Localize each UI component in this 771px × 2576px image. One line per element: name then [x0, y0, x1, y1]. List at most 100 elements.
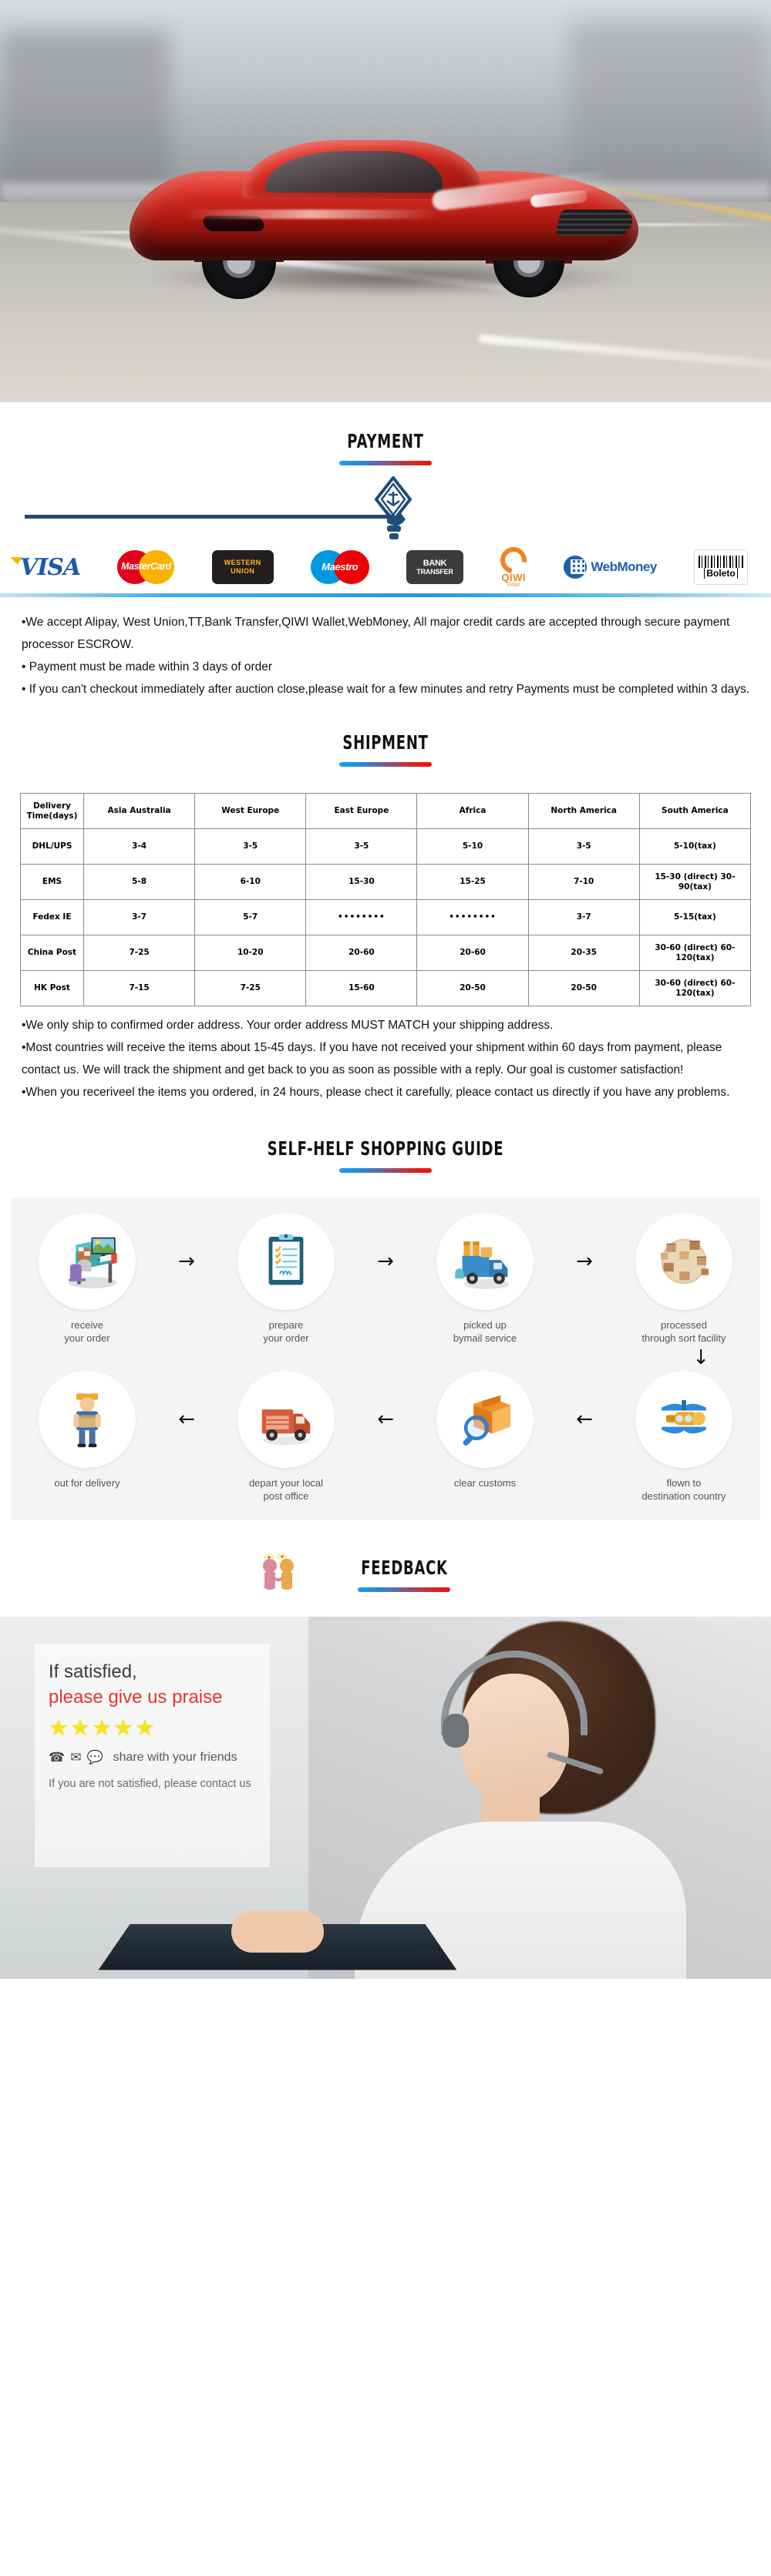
cell: 3-4 [82, 828, 196, 865]
cell: 20-60 [305, 935, 418, 971]
table-row: Fedex IE 3-7 5-7 •••••••• •••••••• 3-7 5… [20, 899, 752, 935]
feedback-section: FEEDBACK If satisfied, please give us pr… [0, 1520, 771, 1979]
guide-row-2: out for delivery ← depart your local pos… [19, 1371, 752, 1503]
bank-transfer-label-top: BANK [423, 558, 447, 568]
western-union-logo: WESTERN UNION [211, 550, 274, 584]
maestro-label: Maestro [322, 561, 359, 573]
guide-step-depart-post-office: depart your local post office [217, 1371, 355, 1503]
cell: 15-30 (direct) 30-90(tax) [638, 864, 752, 900]
share-text: share with your friends [113, 1751, 237, 1764]
table-row: DHL/UPS 3-4 3-5 3-5 5-10 3-5 5-10(tax) [20, 828, 752, 865]
col-africa: Africa [416, 793, 529, 829]
arrow-left-icon: ← [576, 1408, 593, 1431]
table-row: EMS 5-8 6-10 15-30 15-25 7-10 15-30 (dir… [20, 864, 752, 900]
payment-hand-badge-icon [370, 475, 416, 542]
feedback-footer-note: If you are not satisfied, please contact… [49, 1778, 251, 1790]
shipment-table-wrap: Delivery Time(days) Asia Australia West … [0, 767, 771, 1006]
cell: 3-5 [305, 828, 418, 865]
hero-banner [0, 0, 771, 402]
cell: 7-25 [82, 935, 196, 971]
feedback-title-rule [358, 1587, 450, 1592]
payment-divider-navy [25, 515, 395, 519]
payment-section: PAYMENT VISA MasterCard WESTERN UNION Ma… [0, 402, 771, 700]
headset-earpad [443, 1714, 469, 1748]
cell: 7-25 [194, 970, 307, 1006]
envelope-icon[interactable]: ✉ [70, 1750, 81, 1765]
payment-title: PAYMENT [347, 430, 424, 452]
qiwi-sublabel: КИВИ [507, 583, 520, 588]
arrow-right-icon: → [377, 1250, 394, 1273]
arrow-left-icon: ← [178, 1408, 195, 1431]
cell: 3-5 [194, 828, 307, 865]
guide-step-label: depart your local post office [248, 1477, 324, 1502]
sorting-facility-icon [635, 1213, 732, 1310]
shipment-line-1: •We only ship to confirmed order address… [22, 1019, 554, 1032]
cell: 10-20 [194, 935, 307, 971]
col-delivery-time: Delivery Time(days) [20, 793, 84, 829]
table-header-row: Delivery Time(days) Asia Australia West … [20, 793, 752, 829]
guide-step-label: clear customs [453, 1477, 517, 1489]
shipment-description: •We only ship to confirmed order address… [0, 1006, 771, 1103]
guide-step-processed-sort: processed through sort facility [615, 1213, 752, 1345]
feedback-banner-image: If satisfied, please give us praise ★ ★ … [0, 1617, 771, 1979]
payment-line-2: • Payment must be made within 3 days of … [22, 660, 273, 673]
star-icon[interactable]: ★ [113, 1716, 133, 1739]
phone-icon[interactable]: ☎ [49, 1750, 65, 1765]
mastercard-logo: MasterCard [117, 550, 175, 584]
delivery-man-icon [39, 1371, 136, 1468]
star-icon[interactable]: ★ [70, 1716, 90, 1739]
shipment-section: SHIPMENT Delivery Time(days) Asia Austra… [0, 700, 771, 1103]
maestro-logo: Maestro [310, 550, 369, 584]
red-sports-car [130, 136, 662, 305]
star-icon[interactable]: ★ [92, 1716, 112, 1739]
cell: •••••••• [305, 899, 418, 935]
webmoney-label: WebMoney [591, 559, 657, 574]
feedback-text-panel: If satisfied, please give us praise ★ ★ … [35, 1644, 270, 1867]
guide-step-out-for-delivery: out for delivery [19, 1371, 156, 1490]
guide-row-1: receive your order → prepare your order … [19, 1213, 752, 1345]
star-icon[interactable]: ★ [49, 1716, 69, 1739]
feedback-title: FEEDBACK [361, 1557, 448, 1579]
cell: 5-8 [82, 864, 196, 900]
payment-title-rule [339, 461, 432, 465]
row-method: Fedex IE [20, 899, 84, 935]
cell: 5-15(tax) [638, 899, 752, 935]
cell: 7-10 [527, 864, 640, 900]
boleto-label: Boleto [704, 568, 738, 579]
share-row: ☎ ✉ 💬 share with your friends [49, 1750, 256, 1765]
boleto-logo: Boleto [694, 549, 748, 585]
guide-title: SELF-HELF SHOPPING GUIDE [267, 1137, 504, 1160]
star-icon[interactable]: ★ [135, 1716, 155, 1739]
col-east-europe: East Europe [305, 793, 418, 829]
car-side-highlight [183, 210, 438, 219]
cell: 6-10 [194, 864, 307, 900]
customs-inspect-icon [436, 1371, 534, 1468]
guide-step-label: processed through sort facility [641, 1319, 726, 1344]
car-grille [555, 210, 635, 236]
guide-title-rule [339, 1168, 432, 1173]
shipment-title: SHIPMENT [342, 731, 429, 754]
col-north-america: North America [527, 793, 640, 829]
col-south-america: South America [638, 793, 752, 829]
cell: 5-7 [194, 899, 307, 935]
chat-bubble-icon[interactable]: 💬 [86, 1750, 103, 1765]
boleto-barcode-icon [699, 556, 743, 568]
desk-computer-icon [39, 1213, 136, 1310]
cell: 15-60 [305, 970, 418, 1006]
feedback-line-2: please give us praise [49, 1687, 223, 1708]
star-rating[interactable]: ★ ★ ★ ★ ★ [49, 1716, 256, 1739]
guide-step-label: flown to destination country [641, 1477, 726, 1502]
cell: 7-15 [82, 970, 196, 1006]
shopping-guide-section: SELF-HELF SHOPPING GUIDE receive your or… [0, 1103, 771, 1520]
feedback-line-1: If satisfied, [49, 1661, 137, 1682]
shipment-table: Delivery Time(days) Asia Australia West … [20, 793, 752, 1006]
clipboard-checklist-icon [237, 1213, 335, 1310]
row-method: China Post [20, 935, 84, 971]
visa-label: VISA [20, 553, 81, 581]
guide-step-label: picked up bymail service [453, 1319, 517, 1344]
airplane-icon [635, 1371, 732, 1468]
guide-step-label: out for delivery [54, 1477, 120, 1489]
guide-step-picked-up: picked up bymail service [416, 1213, 554, 1345]
delivery-truck-icon [436, 1213, 534, 1310]
cell: 30-60 (direct) 60-120(tax) [638, 970, 752, 1006]
